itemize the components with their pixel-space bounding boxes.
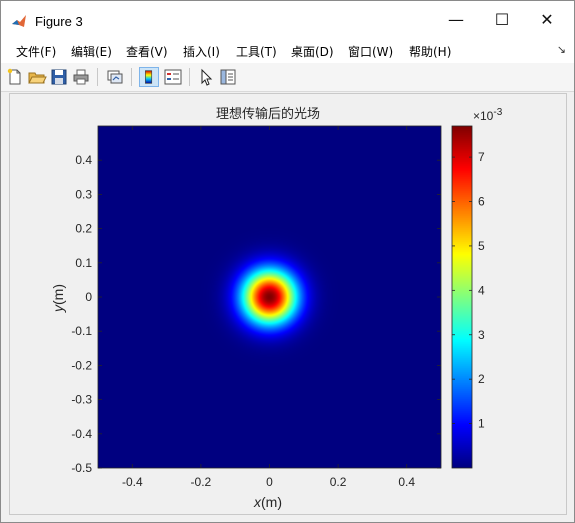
toolbar (1, 63, 574, 92)
y-tick-label: 0.3 (75, 187, 92, 201)
y-tick-label: 0.1 (75, 256, 92, 270)
y-tick-label: -0.3 (71, 393, 92, 407)
new-figure-icon[interactable] (5, 67, 25, 87)
pointer-icon[interactable] (196, 67, 216, 87)
y-axis-label: y(m) (50, 284, 66, 313)
menu-window[interactable]: 窗口(W) (348, 43, 393, 60)
menu-help[interactable]: 帮助(H) (409, 43, 451, 60)
colorbar-tick-label: 3 (478, 328, 485, 342)
y-tick-label: -0.1 (71, 324, 92, 338)
menu-view[interactable]: 查看(V) (126, 43, 168, 60)
figure-canvas: 理想传输后的光场 -0.4 -0.2 0 0.2 0.4 -0.5 -0.4 -0.3 -0.… (9, 93, 567, 515)
colorbar-tick-label: 4 (478, 283, 485, 297)
x-tick-label: 0.4 (398, 475, 415, 489)
menu-bar: 文件(F) 编辑(E) 查看(V) 插入(I) 工具(T) 桌面(D) 窗口(W… (1, 39, 574, 63)
x-axis-label: x(m) (253, 494, 282, 510)
print-icon[interactable] (71, 67, 91, 87)
open-file-icon[interactable] (27, 67, 47, 87)
menu-edit[interactable]: 编辑(E) (71, 43, 112, 60)
maximize-button[interactable]: ☐ (479, 1, 525, 39)
figure-window: Figure 3 — ☐ ✕ 文件(F) 编辑(E) 查看(V) 插入(I) 工… (0, 0, 575, 523)
legend-icon[interactable] (163, 67, 183, 87)
close-button[interactable]: ✕ (524, 1, 570, 39)
heatmap-image (98, 126, 441, 468)
x-axis-label-unit: (m) (261, 494, 282, 510)
y-tick-label: 0.4 (75, 153, 92, 167)
toolbar-separator (189, 68, 190, 86)
colorbar-tick-label: 7 (478, 150, 485, 164)
save-icon[interactable] (49, 67, 69, 87)
colorbar-icon[interactable] (139, 67, 159, 87)
y-tick-label: -0.2 (71, 358, 92, 372)
window-title: Figure 3 (35, 14, 83, 29)
colorbar-tick-label: 5 (478, 239, 485, 253)
y-tick-label: 0.2 (75, 222, 92, 236)
chart-title: 理想传输后的光场 (216, 106, 320, 121)
property-inspector-icon[interactable] (218, 67, 238, 87)
matlab-logo-icon (11, 13, 27, 29)
title-bar: Figure 3 — ☐ ✕ (1, 1, 574, 39)
colorbar-multiplier: ×10-3 (473, 107, 503, 123)
x-tick-label: 0.2 (330, 475, 347, 489)
x-tick-label: 0 (266, 475, 273, 489)
dock-arrow-icon[interactable]: ↘ (557, 43, 566, 56)
x-tick-label: -0.2 (191, 475, 212, 489)
colorbar-multiplier-exponent: -3 (493, 107, 502, 118)
y-tick-label: -0.4 (71, 427, 92, 441)
menu-insert[interactable]: 插入(I) (183, 43, 220, 60)
toolbar-separator (131, 68, 132, 86)
menu-tools[interactable]: 工具(T) (236, 43, 277, 60)
link-plot-icon[interactable] (105, 67, 125, 87)
colorbar-gradient (452, 126, 472, 468)
x-tick-label: -0.4 (122, 475, 143, 489)
colorbar-multiplier-base: ×10 (473, 109, 494, 123)
plot-area: 理想传输后的光场 -0.4 -0.2 0 0.2 0.4 -0.5 -0.4 -0.3 -0.… (50, 106, 503, 510)
menu-desktop[interactable]: 桌面(D) (291, 43, 334, 60)
colorbar-tick-label: 2 (478, 372, 485, 386)
y-tick-label: -0.5 (71, 461, 92, 475)
menu-file[interactable]: 文件(F) (16, 43, 56, 60)
colorbar-tick-label: 6 (478, 195, 485, 209)
colorbar-tick-label: 1 (478, 417, 485, 431)
minimize-button[interactable]: — (433, 1, 479, 39)
toolbar-separator (97, 68, 98, 86)
y-tick-label: 0 (85, 290, 92, 304)
y-axis-label-unit: (m) (50, 284, 66, 305)
